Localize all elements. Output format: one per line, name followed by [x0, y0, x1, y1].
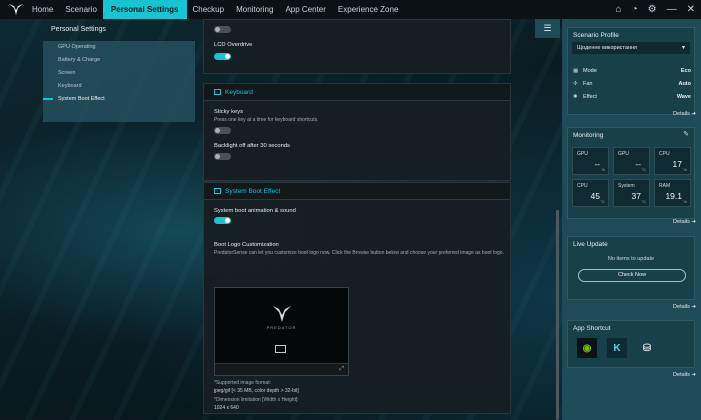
menu-item-keyboard[interactable]: Keyboard: [43, 80, 195, 93]
scenario-profile-title: Scenario Profile: [573, 32, 619, 39]
monitoring-title: Monitoring: [573, 132, 604, 139]
nav-experience-zone[interactable]: Experience Zone: [332, 0, 404, 19]
browse-image-icon[interactable]: [275, 345, 286, 353]
top-navigation: Home Scenario Personal Settings Checkup …: [0, 0, 701, 19]
content-scrollbar[interactable]: [556, 210, 559, 420]
live-update-details-link[interactable]: Details ➜: [673, 304, 696, 310]
settings-content: LCD Overdrive Keyboard Sticky keys Press…: [203, 19, 513, 420]
tile-cpu-usage: CPU 17%: [654, 147, 691, 175]
scenario-profile-card: Scenario Profile Щоденне використання ▾ …: [567, 27, 695, 115]
effect-icon: ✺: [573, 94, 578, 100]
boot-animation-toggle[interactable]: [214, 217, 231, 224]
nav-app-center[interactable]: App Center: [279, 0, 331, 19]
app-shortcut-details-link[interactable]: Details ➜: [673, 372, 696, 378]
check-now-button[interactable]: Check Now: [578, 269, 686, 282]
side-panel: Scenario Profile Щоденне використання ▾ …: [562, 19, 701, 420]
nav-scenario[interactable]: Scenario: [59, 0, 103, 19]
predator-brand-text: PREDATOR: [266, 325, 297, 330]
format-value: jpeg/gif [< 35 MB, color depth > 32-bit]: [214, 388, 299, 394]
monitoring-details-link[interactable]: Details ➜: [673, 219, 696, 225]
boot-card-header: System Boot Effect: [204, 183, 510, 200]
scenario-row-fan: ✢ Fan Auto: [573, 79, 691, 90]
boot-logo-preview: PREDATOR ⤢: [214, 287, 349, 376]
tile-gpu-usage: GPU --%: [572, 147, 609, 175]
scenario-select[interactable]: Щоденне використання ▾: [572, 42, 690, 54]
tile-ram-usage: RAM 19.1%: [654, 179, 691, 207]
screen-toggle[interactable]: [214, 26, 231, 33]
backlight-label: Backlight off after 30 seconds: [214, 143, 290, 149]
window-controls: ⌂ ◔ ⚙ — ✕: [616, 0, 695, 19]
disk-icon[interactable]: ⛁: [637, 338, 657, 358]
mode-value: Eco: [680, 68, 691, 74]
mouse-icon[interactable]: ⌂: [616, 0, 622, 19]
settings-menu: GPU Operating Battery & Charge Screen Ke…: [43, 41, 195, 122]
menu-item-system-boot-effect[interactable]: System Boot Effect: [43, 93, 195, 106]
keyboard-card-header: Keyboard: [204, 84, 510, 101]
sticky-keys-toggle[interactable]: [214, 127, 231, 134]
lcd-overdrive-toggle[interactable]: [214, 53, 231, 60]
page-title: Personal Settings: [51, 26, 106, 33]
nav-home[interactable]: Home: [26, 0, 59, 19]
tile-system-temp: System 37 °C: [613, 179, 650, 207]
nvidia-icon[interactable]: ◉: [577, 338, 597, 358]
tile-gpu-temp: GPU -- °C: [613, 147, 650, 175]
format-title: *Supported image format:: [214, 380, 271, 386]
monitoring-card: Monitoring ✎ GPU --% GPU -- °C CPU 17% CPU 45…: [567, 127, 695, 219]
wrench-icon[interactable]: ✎: [683, 130, 689, 138]
dimension-value: 1024 x 640: [214, 405, 239, 411]
screen-card: LCD Overdrive: [203, 19, 511, 74]
close-icon[interactable]: ✕: [687, 0, 695, 19]
notification-icon[interactable]: ◔: [632, 0, 638, 19]
scenario-row-effect: ✺ Effect Wave: [573, 92, 691, 103]
fan-label: Fan: [583, 81, 593, 87]
effect-label: Effect: [583, 94, 597, 100]
k-app-icon[interactable]: K: [607, 338, 627, 358]
keyboard-icon: [214, 89, 221, 95]
keyboard-title: Keyboard: [225, 89, 253, 96]
nav-personal-settings[interactable]: Personal Settings: [102, 0, 187, 19]
side-panel-toggle-icon[interactable]: ☰: [535, 19, 560, 38]
scenario-details-link[interactable]: Details ➜: [673, 111, 696, 117]
backlight-toggle[interactable]: [214, 153, 231, 160]
effect-value: Wave: [676, 94, 691, 100]
sticky-keys-desc: Press one key at a time for keyboard sho…: [214, 117, 319, 123]
preview-toolbar: ⤢: [215, 363, 348, 375]
live-update-title: Live Update: [573, 241, 608, 248]
logo-custom-desc: PredatorSense can let you customize boot…: [214, 250, 504, 256]
lcd-overdrive-label: LCD Overdrive: [214, 42, 253, 48]
fan-icon: ✢: [573, 81, 578, 87]
scenario-row-mode: ▦ Mode Eco: [573, 66, 691, 77]
mode-icon: ▦: [573, 68, 579, 74]
logo-custom-title: Boot Logo Customization: [214, 242, 279, 248]
minimize-icon[interactable]: —: [667, 0, 677, 19]
predator-emblem-icon: [273, 306, 291, 322]
menu-item-gpu-operating[interactable]: GPU Operating: [43, 41, 195, 54]
dimension-title: *Dimension limitation [Width x Height]:: [214, 397, 299, 403]
boot-effect-icon: [214, 188, 221, 194]
live-update-card: Live Update No items to update Check Now: [567, 236, 695, 300]
nav-monitoring[interactable]: Monitoring: [230, 0, 279, 19]
sticky-keys-label: Sticky keys: [214, 109, 243, 115]
boot-animation-label: System boot animation & sound: [214, 208, 296, 214]
app-shortcut-card: App Shortcut ◉ K ⛁: [567, 320, 695, 368]
system-boot-effect-card: System Boot Effect System boot animation…: [203, 182, 511, 414]
mode-label: Mode: [583, 68, 597, 74]
scenario-selected-value: Щоденне використання: [577, 45, 637, 51]
expand-icon[interactable]: ⤢: [339, 366, 344, 373]
live-update-message: No items to update: [607, 256, 655, 262]
nav-checkup[interactable]: Checkup: [187, 0, 231, 19]
app-shortcut-title: App Shortcut: [573, 325, 611, 332]
predator-logo-icon: [6, 0, 26, 19]
settings-gear-icon[interactable]: ⚙: [648, 0, 657, 19]
fan-value: Auto: [678, 81, 691, 87]
boot-title: System Boot Effect: [225, 188, 281, 195]
keyboard-card: Keyboard Sticky keys Press one key at a …: [203, 83, 511, 181]
menu-item-battery-charge[interactable]: Battery & Charge: [43, 54, 195, 67]
menu-item-screen[interactable]: Screen: [43, 67, 195, 80]
tile-cpu-temp: CPU 45 °C: [572, 179, 609, 207]
chevron-down-icon: ▾: [681, 45, 685, 51]
